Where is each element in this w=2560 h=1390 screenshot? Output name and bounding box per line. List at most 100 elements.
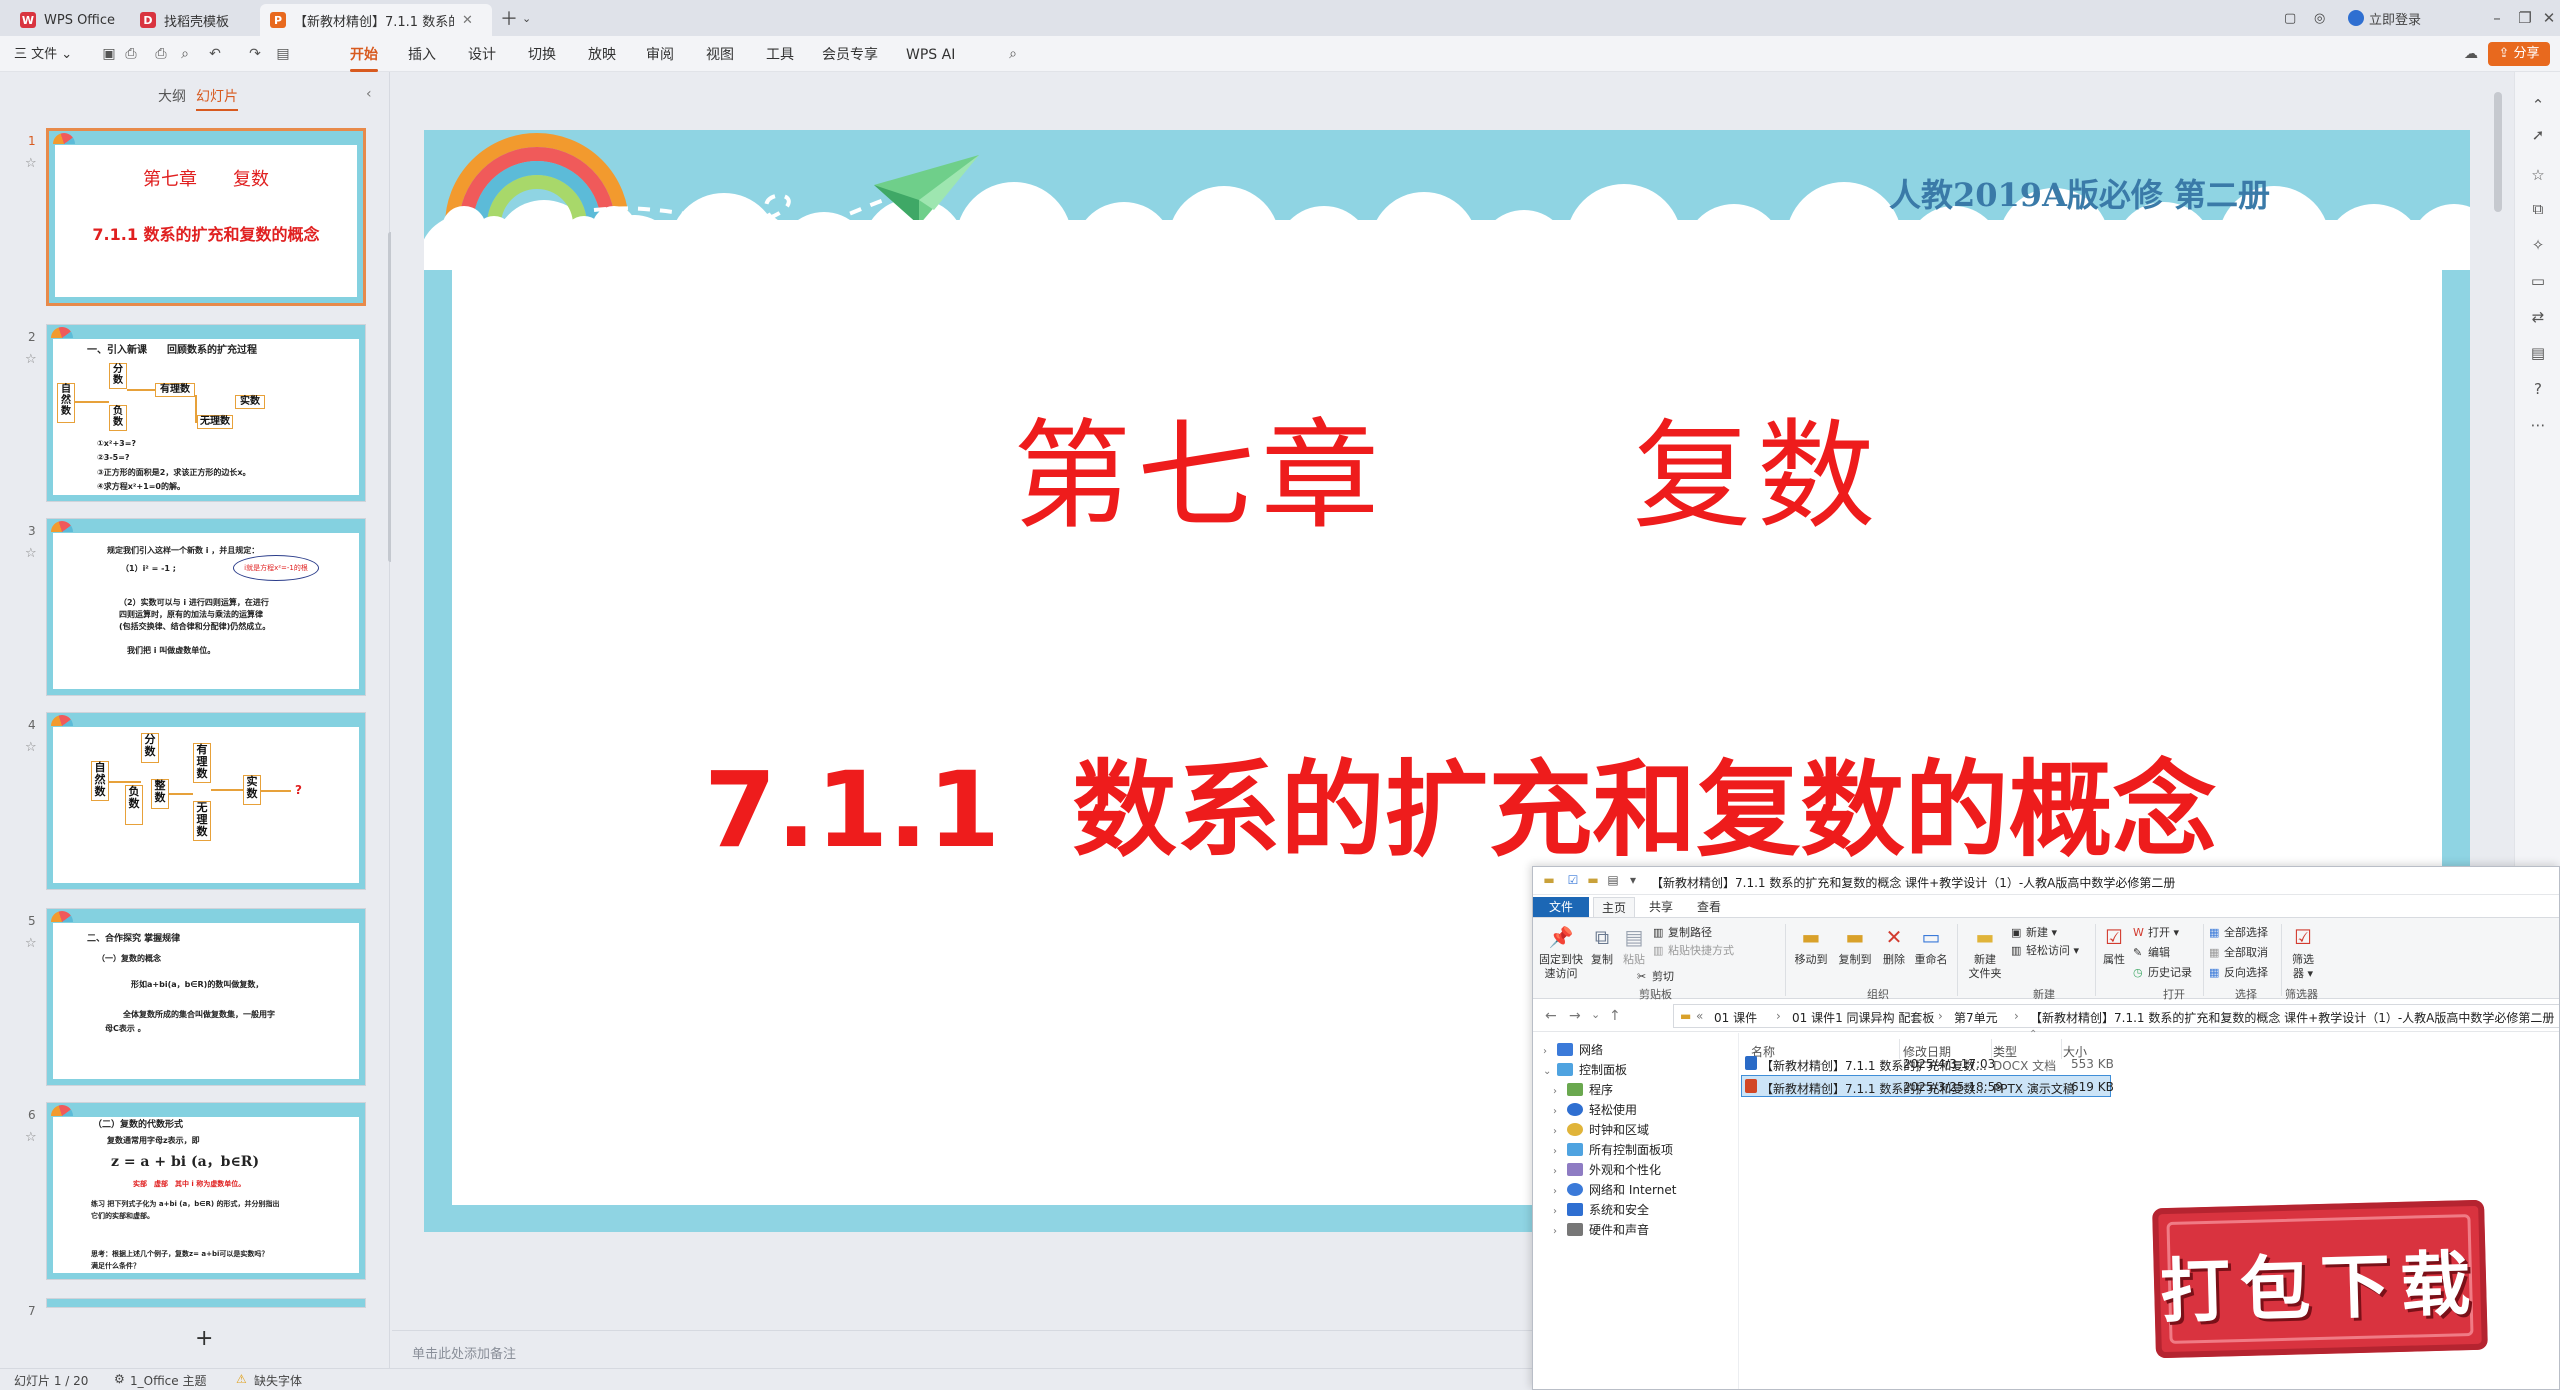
notes-pane[interactable]: 单击此处添加备注 [392,1330,1532,1368]
copy-icon[interactable]: ⧉ [2529,200,2547,218]
up-icon[interactable]: ↑ [1609,1008,1621,1024]
delete-button[interactable]: ✕ 删除 [1879,924,1909,967]
tree-item-control-panel[interactable]: ⌄ 控制面板 [1543,1061,1627,1078]
tab-slides[interactable]: 幻灯片 [196,86,238,111]
slide-thumbnail-5[interactable]: 二、合作探究 掌握规律 （一）复数的概念 形如a+bi(a，b∈R)的数叫做复数… [46,908,366,1086]
close-window-icon[interactable]: ✕ [2534,6,2560,30]
menu-insert[interactable]: 插入 [408,45,436,65]
close-tab-icon[interactable]: ✕ [462,13,473,28]
redo-icon[interactable]: ↷ [246,46,264,62]
translate-icon[interactable]: ⇄ [2529,308,2547,326]
copy-path-button[interactable]: ▥ 复制路径 [1653,924,1712,940]
slide-thumbnail-4[interactable]: 自然数 分数 负数 整数 有理数 无理数 实数 ? [46,712,366,890]
address-path[interactable]: ▬ « 01 课件 › 01 课件1 同课异构 配套板 › 第7单元 › 【新教… [1673,1004,2559,1028]
package-download-badge[interactable]: 打包下载 [2152,1199,2488,1359]
copy-button[interactable]: ⧉ 复制 [1587,924,1617,967]
path-segment[interactable]: 01 课件 [1714,1009,1757,1026]
save-icon[interactable]: ▣ [100,46,118,62]
paste-button[interactable]: ▤ 粘贴 [1619,924,1649,967]
edit-button[interactable]: ✎ 编辑 [2133,944,2170,960]
open-button[interactable]: W 打开 ▾ [2133,924,2179,940]
new-folder-button[interactable]: ▬ 新建 文件夹 [1963,924,2007,981]
new-item-button[interactable]: ▣ 新建 ▾ [2011,924,2057,940]
minimize-icon[interactable]: – [2482,6,2512,30]
undo-icon[interactable]: ↶ [206,46,224,62]
back-icon[interactable]: ← [1545,1008,1557,1024]
path-segment[interactable]: 第7单元 [1954,1009,1998,1026]
tab-docer-templates[interactable]: D 找稻壳模板 [130,4,258,36]
tree-item-clock-region[interactable]: › 时钟和区域 [1553,1121,1649,1138]
filter-button[interactable]: ☑ 筛选 器 ▾ [2285,924,2321,981]
export-pdf-icon[interactable]: ⎙ [122,46,140,62]
star-icon[interactable]: ☆ [25,156,37,171]
window-layout-icon[interactable]: ▢ [2284,6,2296,30]
star-icon[interactable]: ☆ [25,546,37,561]
menu-tools[interactable]: 工具 [766,45,794,65]
properties-quick-icon[interactable]: ☑ [1565,873,1581,888]
slide-thumbnail-6[interactable]: （二）复数的代数形式 复数通常用字母z表示，即 z = a + bi (a，b∈… [46,1102,366,1280]
favorite-icon[interactable]: ☆ [2529,166,2547,184]
tab-outline[interactable]: 大纲 [158,86,186,106]
star-icon[interactable]: ☆ [25,936,37,951]
paste-quick-icon[interactable]: ▤ [1605,873,1621,888]
copy-to-button[interactable]: ▬ 复制到 [1835,924,1875,967]
menu-view[interactable]: 视图 [706,45,734,65]
star-icon[interactable]: ☆ [25,740,37,755]
menu-wps-ai[interactable]: WPS AI [906,45,955,65]
menu-design[interactable]: 设计 [468,45,496,65]
file-row[interactable]: 【新教材精创】7.1.1 数系的扩充和复数... 2025/4/3 17:03 … [1741,1053,2114,1075]
select-all-button[interactable]: ▦ 全部选择 [2209,924,2268,940]
tree-item-all-items[interactable]: › 所有控制面板项 [1553,1141,1673,1158]
slide-thumbnail-7[interactable] [46,1298,366,1308]
tree-item-programs[interactable]: › 程序 [1553,1081,1613,1098]
cut-button[interactable]: ✂ 剪切 [1637,968,1674,984]
paste-shortcut-button[interactable]: ▥ 粘贴快捷方式 [1653,942,1734,958]
slide-thumbnail-2[interactable]: 一、引入新课 回顾数系的扩充过程 自然数 分数 负数 有理数 无理数 实数 ①x… [46,324,366,502]
collapse-up-icon[interactable]: ⌃ [2529,96,2547,114]
tree-item-appearance[interactable]: › 外观和个性化 [1553,1161,1661,1178]
properties-button[interactable]: ☑ 属性 [2099,924,2129,967]
tab-view[interactable]: 查看 [1689,897,1729,917]
new-folder-quick-icon[interactable]: ▬ [1585,873,1601,888]
tab-home[interactable]: 主页 [1593,897,1636,917]
star-icon[interactable]: ☆ [25,352,37,367]
skin-icon[interactable]: ◎ [2314,6,2325,30]
menu-transitions[interactable]: 切换 [528,45,556,65]
menu-review[interactable]: 审阅 [646,45,674,65]
file-row[interactable]: 【新教材精创】7.1.1 数系的扩充和复数... 2025/3/25 18:59… [1741,1075,2114,1097]
login-button[interactable]: 立即登录 [2348,6,2421,30]
new-tab-button[interactable]: ＋ ⌄ [500,6,531,30]
path-segment[interactable]: 【新教材精创】7.1.1 数系的扩充和复数的概念 课件+教学设计（1）-人教A版… [2030,1009,2554,1026]
pin-quick-access-button[interactable]: 📌 固定到快 速访问 [1537,924,1585,981]
tree-item-ease-of-access[interactable]: › 轻松使用 [1553,1101,1637,1118]
file-menu[interactable]: 三 文件 ⌄ [14,45,72,65]
tree-item-network-internet[interactable]: › 网络和 Internet [1553,1181,1676,1198]
slide-subtitle[interactable]: 7.1.1 数系的扩充和复数的概念 [424,725,2470,876]
customize-quick-icon[interactable]: ▾ [1625,873,1641,888]
tree-item-network[interactable]: › 网络 [1543,1041,1603,1058]
search-icon[interactable]: ⌕ [1004,46,1022,62]
tab-file[interactable]: 文件 [1533,897,1589,917]
editor-scrollbar[interactable] [2494,92,2502,212]
path-segment[interactable]: 01 课件1 同课异构 配套板 [1792,1009,1934,1026]
invert-selection-button[interactable]: ▦ 反向选择 [2209,964,2268,980]
tab-current-presentation[interactable]: P 【新教材精创】7.1.1 数系的扩 ✕ [260,4,492,36]
move-to-button[interactable]: ▬ 移动到 [1791,924,1831,967]
format-painter-icon[interactable]: ▤ [274,46,292,62]
tree-item-hardware-sound[interactable]: › 硬件和声音 [1553,1221,1649,1238]
select-none-button[interactable]: ▦ 全部取消 [2209,944,2268,960]
book-icon[interactable]: ▤ [2529,344,2547,362]
recent-locations-icon[interactable]: ⌄ [1591,1008,1600,1021]
slide-thumbnail-1[interactable]: 第七章 复数 7.1.1 数系的扩充和复数的概念 [46,128,366,306]
easy-access-button[interactable]: ▥ 轻松访问 ▾ [2011,942,2079,958]
print-preview-icon[interactable]: ⌕ [176,46,194,62]
slide-title[interactable]: 第七章 复数 [424,380,2470,551]
history-button[interactable]: ◷ 历史记录 [2133,964,2192,980]
tab-wps-office[interactable]: W WPS Office [10,4,128,36]
menu-slideshow[interactable]: 放映 [588,45,616,65]
add-slide-button[interactable]: + [195,1326,213,1351]
rename-button[interactable]: ▭ 重命名 [1911,924,1951,967]
more-icon[interactable]: ⋯ [2529,416,2547,434]
missing-fonts[interactable]: 缺失字体 [254,1372,302,1389]
collapse-panel-icon[interactable]: ‹ [366,86,372,102]
